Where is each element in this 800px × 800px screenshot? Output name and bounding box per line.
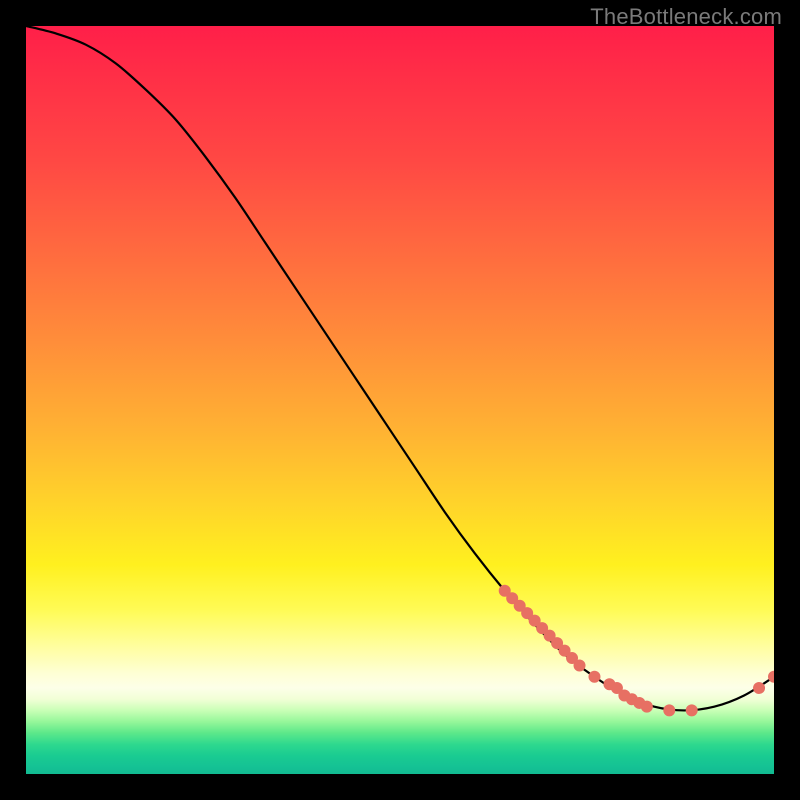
data-point — [588, 671, 600, 683]
plot-area — [26, 26, 774, 774]
data-point — [574, 660, 586, 672]
watermark-text: TheBottleneck.com — [590, 4, 782, 30]
data-point — [753, 682, 765, 694]
highlighted-points — [499, 585, 774, 717]
data-point — [641, 701, 653, 713]
curve-overlay — [26, 26, 774, 774]
bottleneck-curve — [26, 26, 774, 710]
data-point — [686, 704, 698, 716]
data-point — [663, 704, 675, 716]
chart-container: TheBottleneck.com — [0, 0, 800, 800]
